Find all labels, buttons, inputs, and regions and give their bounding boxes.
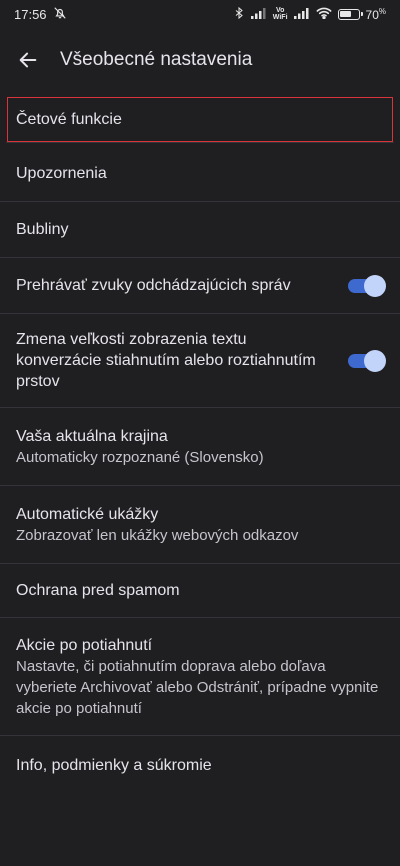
setting-upozornenia[interactable]: Upozornenia (0, 146, 400, 202)
setting-subtitle: Nastavte, či potiahnutím doprava alebo d… (16, 657, 379, 717)
setting-aktualna-krajina[interactable]: Vaša aktuálna krajina Automaticky rozpoz… (0, 408, 400, 486)
setting-title: Zmena veľkosti zobrazenia textu konverzá… (16, 331, 316, 390)
settings-list: Četové funkcie Upozornenia Bubliny Prehr… (0, 96, 400, 794)
vowifi-badge: Vo WiFi (272, 7, 288, 21)
battery-icon (337, 8, 363, 20)
setting-title: Prehrávať zvuky odchádzajúcich správ (16, 277, 291, 294)
setting-cetove-funkcie[interactable]: Četové funkcie (6, 96, 394, 143)
wifi-icon (316, 7, 332, 22)
setting-title: Automatické ukážky (16, 505, 159, 523)
mute-notifications-icon (53, 6, 67, 23)
setting-prehravat-zvuky[interactable]: Prehrávať zvuky odchádzajúcich správ (0, 258, 400, 314)
setting-subtitle: Automaticky rozpoznané (Slovensko) (16, 448, 264, 466)
arrow-left-icon (19, 52, 37, 68)
clock: 17:56 (14, 6, 47, 22)
toggle-knob (364, 274, 386, 297)
sound-toggle-switch[interactable] (348, 274, 386, 297)
toggle-knob (364, 349, 386, 372)
page-title: Všeobecné nastavenia (60, 49, 253, 70)
bluetooth-icon (233, 6, 245, 23)
setting-ochrana-spam[interactable]: Ochrana pred spamom (0, 564, 400, 618)
setting-info-podmienky[interactable]: Info, podmienky a súkromie (0, 736, 400, 794)
pinch-zoom-toggle-switch[interactable] (348, 349, 386, 372)
setting-title: Upozornenia (16, 165, 107, 182)
cell-signal-icon (250, 7, 267, 22)
setting-title: Info, podmienky a súkromie (16, 756, 212, 774)
setting-zmena-velkosti[interactable]: Zmena veľkosti zobrazenia textu konverzá… (0, 314, 400, 408)
setting-title: Ochrana pred spamom (16, 582, 180, 599)
battery-percent: 70% (365, 6, 386, 22)
setting-title: Vaša aktuálna krajina (16, 427, 168, 445)
setting-title: Bubliny (16, 221, 69, 238)
setting-automaticke-ukazky[interactable]: Automatické ukážky Zobrazovať len ukážky… (0, 486, 400, 564)
setting-title: Četové funkcie (16, 110, 122, 128)
cell-signal-icon (293, 7, 310, 22)
setting-akcie-potiahnuti[interactable]: Akcie po potiahnutí Nastavte, či potiahn… (0, 618, 400, 736)
setting-subtitle: Zobrazovať len ukážky webových odkazov (16, 526, 299, 544)
setting-bubliny[interactable]: Bubliny (0, 202, 400, 258)
app-bar: Všeobecné nastavenia (0, 36, 400, 84)
setting-title: Akcie po potiahnutí (16, 636, 153, 654)
back-button[interactable] (0, 36, 56, 84)
status-bar: 17:56 Vo WiFi 70% (0, 0, 400, 28)
